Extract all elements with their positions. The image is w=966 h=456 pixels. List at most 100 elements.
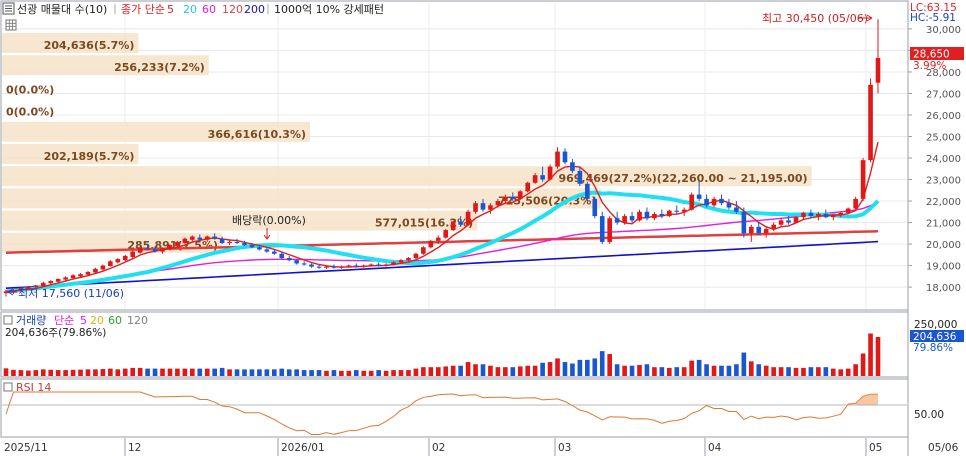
volume-bar <box>309 370 314 376</box>
volume-bar <box>70 369 76 376</box>
ma-60: 60 <box>202 3 216 16</box>
volume-bar <box>532 365 538 376</box>
candle-body <box>734 207 739 212</box>
candle-body <box>763 229 769 234</box>
candle-body <box>294 260 299 264</box>
candle-body <box>93 268 98 273</box>
candle-body <box>152 249 158 252</box>
candle-body <box>637 211 642 221</box>
candle-body <box>78 274 83 277</box>
candle-body <box>309 264 314 267</box>
candle-body <box>532 175 538 183</box>
candle-body <box>853 198 858 209</box>
x-label-jan: 2026/01 <box>281 442 325 454</box>
volume-bar <box>763 365 769 376</box>
volume-pct: 79.86% <box>913 342 953 354</box>
candle-body <box>130 251 136 257</box>
candle-body <box>55 278 61 282</box>
y-tick-label: 19,000 <box>926 262 961 273</box>
candle-body <box>823 213 829 218</box>
volume-bar <box>495 367 501 376</box>
volume-bar <box>734 364 739 376</box>
volume-bar <box>830 368 836 376</box>
x-label-date: 05/06 <box>928 442 959 454</box>
volume-bar <box>301 370 307 376</box>
volume-bar <box>726 365 732 376</box>
candle-body <box>704 198 709 206</box>
candle-body <box>771 224 776 229</box>
volume-bar <box>838 369 844 376</box>
x-label-nov: 2025/11 <box>4 442 48 454</box>
volume-profile-label: 0(0.0%) <box>6 83 54 96</box>
volume-bar <box>659 367 665 376</box>
volume-ma-label: 단순 <box>54 314 74 327</box>
volume-bar <box>11 369 16 376</box>
volume-bar <box>368 370 374 376</box>
candle-body <box>182 238 188 243</box>
volume-profile-label: 366,616(10.3%) <box>208 128 306 141</box>
candle-body <box>830 215 836 218</box>
volume-bar <box>808 367 814 376</box>
candle-body <box>570 162 575 171</box>
candle-body <box>495 201 501 206</box>
candle-body <box>219 238 225 243</box>
volume-bar <box>160 368 165 376</box>
candle-body <box>48 281 54 284</box>
volume-bar <box>26 370 31 376</box>
rsi-menu-icon[interactable] <box>3 382 13 392</box>
candle-body <box>726 203 732 208</box>
volume-bar <box>801 367 806 376</box>
candle-body <box>167 245 173 249</box>
candle-body <box>599 216 605 242</box>
volume-bar <box>771 367 776 376</box>
volume-menu-icon[interactable] <box>3 315 13 325</box>
volume-bar <box>689 360 694 376</box>
volume-bar <box>473 364 478 376</box>
candle-body <box>696 194 702 199</box>
ma-label: 종가 단순 <box>121 3 165 16</box>
volume-bar <box>510 367 516 376</box>
ma-20: 20 <box>183 3 197 16</box>
volume-bar <box>458 365 463 376</box>
candle-body <box>3 291 9 294</box>
candle-body <box>450 221 456 231</box>
candle-body <box>778 220 784 225</box>
candle-body <box>160 248 165 252</box>
volume-bar <box>413 368 419 376</box>
volume-ma-120: 120 <box>127 314 148 327</box>
volume-bar <box>428 367 434 376</box>
volume-bar <box>204 368 210 376</box>
candle-body <box>428 240 434 248</box>
dividend-annotation: 배당락(0.00%) <box>232 214 306 227</box>
candle-body <box>816 213 821 217</box>
candle-body <box>562 151 568 163</box>
volume-bar <box>816 367 821 376</box>
volume-bar <box>667 367 672 376</box>
candle-body <box>525 182 531 192</box>
volume-bar <box>33 370 39 376</box>
candle-body <box>242 242 247 246</box>
candle-body <box>517 191 523 199</box>
volume-bar <box>644 364 650 376</box>
volume-bar <box>629 365 635 376</box>
candle-body <box>719 198 724 204</box>
candle-body <box>503 196 508 202</box>
y-tick-label: 30,000 <box>926 25 961 36</box>
candle-body <box>100 265 106 270</box>
volume-bar <box>175 368 180 376</box>
candle-body <box>190 236 195 240</box>
grid-toggle-icon[interactable] <box>5 19 17 31</box>
candle-body <box>249 245 255 248</box>
low-annotation: 최저 17,560 (11/06) <box>18 287 124 300</box>
candle-body <box>540 175 545 180</box>
candle-body <box>63 277 68 280</box>
candle-body <box>629 216 635 221</box>
volume-bar <box>361 370 367 376</box>
y-tick-label: 25,000 <box>926 132 961 143</box>
volume-bar <box>786 367 791 376</box>
volume-bar <box>40 369 46 376</box>
rsi-label: RSI 14 <box>16 381 51 394</box>
candle-body <box>443 230 449 238</box>
candle-body <box>488 205 493 210</box>
candle-body <box>212 236 217 239</box>
